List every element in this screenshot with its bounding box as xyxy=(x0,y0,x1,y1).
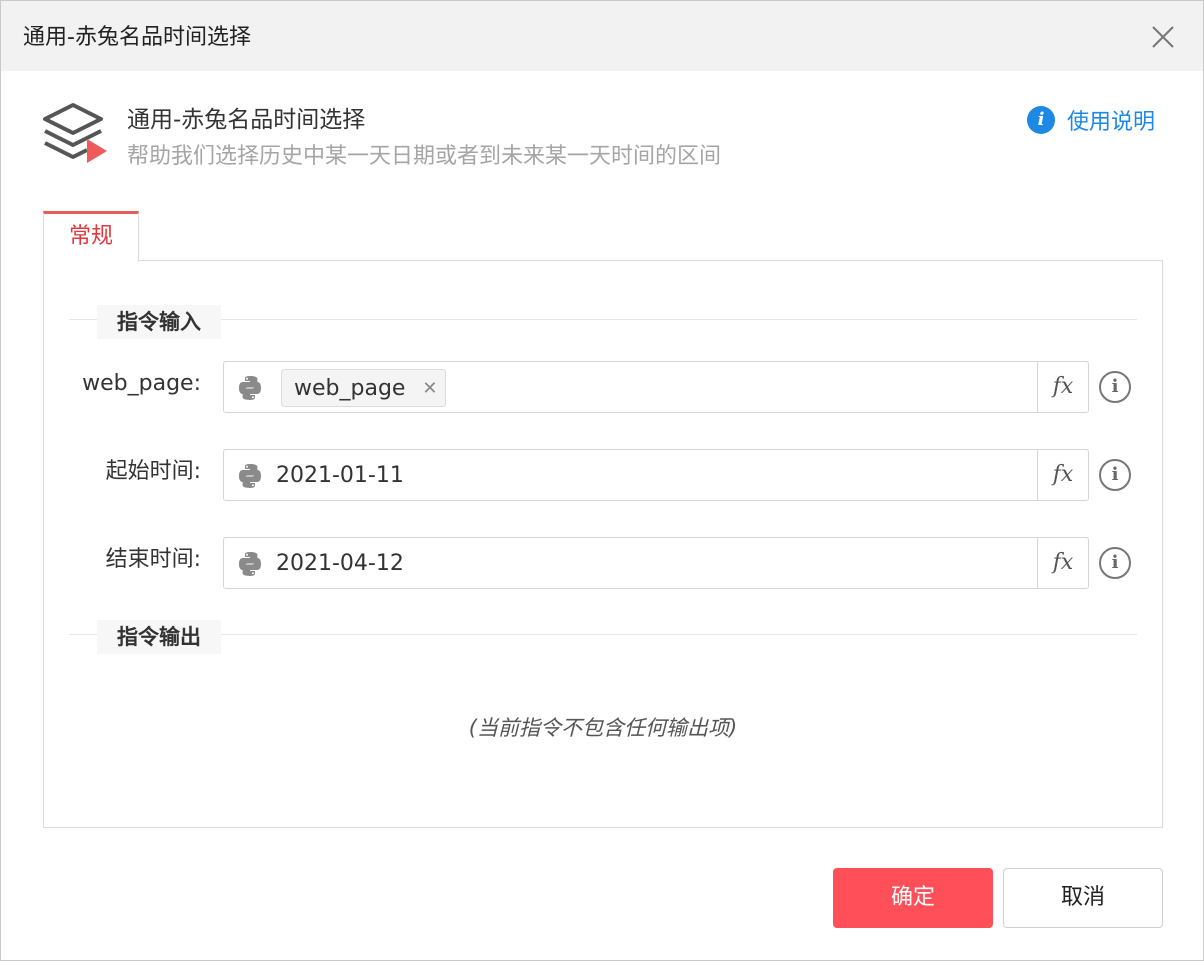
title-bar: 通用-赤兔名品时间选择 xyxy=(1,1,1203,71)
info-icon[interactable]: i xyxy=(1099,371,1131,403)
confirm-button[interactable]: 确定 xyxy=(833,868,993,928)
start-time-label: 起始时间: xyxy=(105,459,201,484)
close-icon[interactable] xyxy=(1149,23,1177,51)
section-divider xyxy=(69,319,1137,320)
input-section-title: 指令输入 xyxy=(97,305,221,339)
python-icon xyxy=(239,464,261,488)
layers-icon xyxy=(43,103,107,163)
fx-button[interactable]: fx xyxy=(1037,538,1088,588)
cancel-button[interactable]: 取消 xyxy=(1003,868,1163,928)
command-title: 通用-赤兔名品时间选择 xyxy=(127,107,366,133)
web-page-field[interactable]: web_page ✕ fx xyxy=(223,361,1089,413)
end-time-label: 结束时间: xyxy=(105,547,201,572)
end-time-field[interactable]: 2021-04-12 fx xyxy=(223,537,1089,589)
command-description: 帮助我们选择历史中某一天日期或者到未来某一天时间的区间 xyxy=(127,144,722,169)
python-icon xyxy=(239,376,261,400)
dialog: 通用-赤兔名品时间选择 通用-赤兔名品时间选择 帮助我们选择历史中某一天日期或者… xyxy=(0,0,1204,961)
tab-general-label: 常规 xyxy=(68,224,113,249)
web-page-label: web_page: xyxy=(82,371,201,396)
variable-tag-text: web_page xyxy=(294,376,406,401)
help-link[interactable]: i 使用说明 xyxy=(1027,104,1155,136)
fx-button[interactable]: fx xyxy=(1037,450,1088,500)
window-title: 通用-赤兔名品时间选择 xyxy=(23,25,251,50)
output-section-title: 指令输出 xyxy=(97,620,221,654)
info-icon[interactable]: i xyxy=(1099,547,1131,579)
fx-button[interactable]: fx xyxy=(1037,362,1088,412)
python-icon xyxy=(239,552,261,576)
info-icon[interactable]: i xyxy=(1099,459,1131,491)
remove-tag-icon[interactable]: ✕ xyxy=(422,370,437,408)
tab-general[interactable]: 常规 xyxy=(43,211,139,262)
start-time-field[interactable]: 2021-01-11 fx xyxy=(223,449,1089,501)
end-time-value: 2021-04-12 xyxy=(276,551,404,576)
variable-tag: web_page ✕ xyxy=(281,369,447,408)
help-link-label: 使用说明 xyxy=(1067,110,1156,135)
empty-output-message: (当前指令不包含任何输出项) xyxy=(468,716,738,740)
section-divider xyxy=(69,634,1137,635)
info-circle-icon: i xyxy=(1027,106,1055,134)
start-time-value: 2021-01-11 xyxy=(276,463,404,488)
